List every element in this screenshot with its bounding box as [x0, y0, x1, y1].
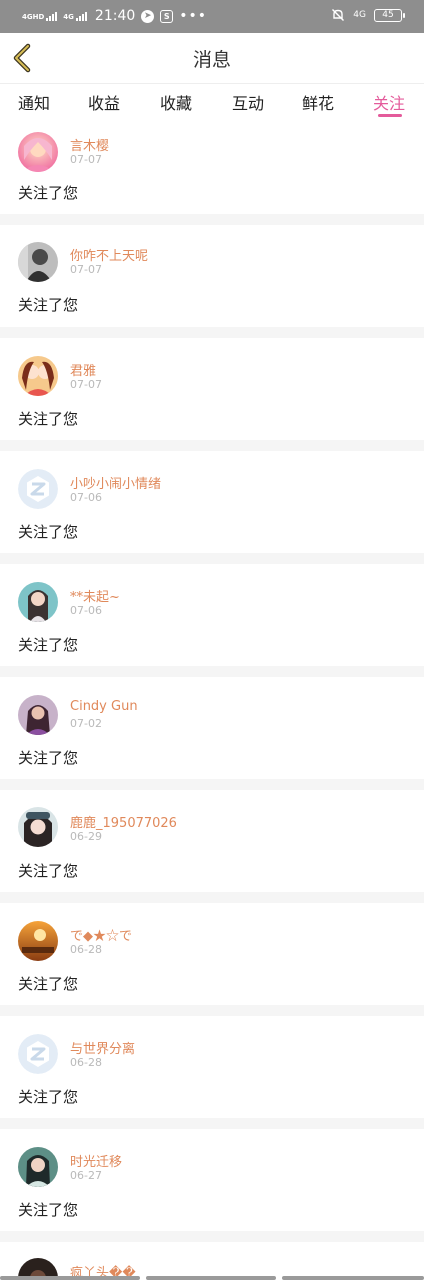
- follow-date: 06-28: [70, 943, 102, 956]
- follow-message: 关注了您: [18, 1201, 79, 1219]
- navigation-icon: ➤: [141, 9, 155, 23]
- divider: [0, 440, 424, 451]
- avatar[interactable]: [18, 695, 58, 735]
- list-item[interactable]: で◆★☆で 06-28 关注了您: [0, 903, 424, 1005]
- follow-message: 关注了您: [18, 636, 79, 654]
- status-bar: 4GHD 4G 21:40 ➤ S ••• 4G 45: [0, 0, 424, 33]
- list-item[interactable]: 疯丫头��: [0, 1242, 424, 1280]
- username[interactable]: 言木樱: [70, 135, 109, 154]
- battery-level: 45: [382, 10, 394, 20]
- follow-message: 关注了您: [18, 410, 79, 428]
- list-item[interactable]: 你咋不上天呢 07-07 关注了您: [0, 225, 424, 327]
- scroll-indicator: [146, 1276, 276, 1280]
- divider: [0, 214, 424, 225]
- tab-interactions[interactable]: 互动: [232, 90, 264, 114]
- username[interactable]: 你咋不上天呢: [70, 245, 148, 264]
- follow-date: 06-29: [70, 830, 102, 843]
- scroll-indicator: [282, 1276, 424, 1280]
- list-item[interactable]: 小吵小闹小情绪 07-06 关注了您: [0, 451, 424, 553]
- default-avatar-icon[interactable]: [18, 469, 58, 509]
- follow-date: 07-07: [70, 263, 102, 276]
- signal-icon: [75, 11, 87, 21]
- divider: [0, 327, 424, 338]
- avatar[interactable]: [18, 132, 58, 172]
- list-item[interactable]: **未起~ 07-06 关注了您: [0, 564, 424, 666]
- follow-message: 关注了您: [18, 749, 79, 767]
- battery-icon: 45: [374, 8, 405, 22]
- follow-message: 关注了您: [18, 184, 79, 202]
- follow-date: 07-06: [70, 491, 102, 504]
- divider: [0, 1231, 424, 1242]
- avatar[interactable]: [18, 356, 58, 396]
- avatar[interactable]: [18, 807, 58, 847]
- divider: [0, 666, 424, 677]
- avatar[interactable]: [18, 582, 58, 622]
- sim2-tag: 4G: [63, 12, 74, 21]
- divider: [0, 779, 424, 790]
- follow-date: 07-07: [70, 378, 102, 391]
- app-s-icon: S: [160, 9, 174, 23]
- follow-date: 06-28: [70, 1056, 102, 1069]
- follow-message: 关注了您: [18, 862, 79, 880]
- follow-date: 07-02: [70, 717, 102, 730]
- sim1-signal: 4GHD: [22, 11, 58, 21]
- avatar[interactable]: [18, 242, 58, 282]
- username[interactable]: で◆★☆で: [70, 925, 132, 944]
- avatar[interactable]: [18, 921, 58, 961]
- tab-flowers[interactable]: 鲜花: [302, 90, 334, 114]
- avatar[interactable]: [18, 1147, 58, 1187]
- sim2-signal: 4G: [63, 11, 87, 21]
- follow-message: 关注了您: [18, 296, 79, 314]
- tab-bar: 通知 收益 收藏 互动 鲜花 关注: [0, 84, 424, 122]
- list-item[interactable]: Cindy Gun 07-02 关注了您: [0, 677, 424, 779]
- username[interactable]: 时光迁移: [70, 1151, 122, 1170]
- list-item[interactable]: 时光迁移 06-27 关注了您: [0, 1129, 424, 1231]
- more-notifications-icon: •••: [179, 8, 208, 24]
- follow-message: 关注了您: [18, 523, 79, 541]
- tab-follows[interactable]: 关注: [373, 90, 405, 114]
- username[interactable]: 君雅: [70, 360, 96, 379]
- status-left: 4GHD 4G 21:40 ➤ S •••: [22, 8, 207, 24]
- tab-notifications[interactable]: 通知: [18, 90, 50, 114]
- follow-date: 07-06: [70, 604, 102, 617]
- nav-bar: 消息: [0, 33, 424, 84]
- network-type: 4G: [353, 10, 366, 20]
- follow-date: 06-27: [70, 1169, 102, 1182]
- divider: [0, 892, 424, 903]
- list-item[interactable]: 与世界分离 06-28 关注了您: [0, 1016, 424, 1118]
- clock: 21:40: [94, 8, 136, 24]
- active-tab-indicator: [378, 114, 402, 117]
- follow-message: 关注了您: [18, 975, 79, 993]
- status-right: 4G 45: [331, 8, 405, 22]
- list-item[interactable]: 言木樱 07-07 关注了您: [0, 122, 424, 224]
- username[interactable]: 与世界分离: [70, 1038, 135, 1057]
- divider: [0, 553, 424, 564]
- scroll-indicator: [0, 1276, 140, 1280]
- follow-message: 关注了您: [18, 1088, 79, 1106]
- list-item[interactable]: 君雅 07-07 关注了您: [0, 338, 424, 440]
- divider: [0, 1005, 424, 1016]
- page-title: 消息: [192, 49, 231, 71]
- mute-icon: [331, 8, 345, 22]
- signal-icon: [46, 11, 58, 21]
- list-item[interactable]: 鹿鹿_195077026 06-29 关注了您: [0, 790, 424, 892]
- username[interactable]: 小吵小闹小情绪: [70, 473, 161, 492]
- divider: [0, 1118, 424, 1129]
- username[interactable]: Cindy Gun: [70, 699, 138, 714]
- follow-date: 07-07: [70, 153, 102, 166]
- tab-favorites[interactable]: 收藏: [160, 90, 192, 114]
- sim1-tag: 4GHD: [22, 12, 45, 21]
- default-avatar-icon[interactable]: [18, 1034, 58, 1074]
- tab-earnings[interactable]: 收益: [88, 90, 120, 114]
- username[interactable]: 鹿鹿_195077026: [70, 812, 177, 831]
- username[interactable]: **未起~: [70, 586, 120, 605]
